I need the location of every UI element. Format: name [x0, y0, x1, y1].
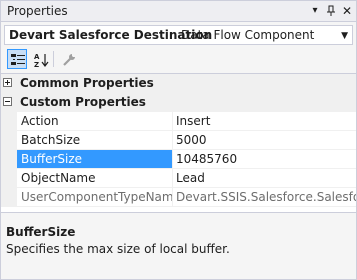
toolbar-separator — [53, 51, 54, 67]
category-custom-properties[interactable]: Custom Properties — [1, 93, 356, 112]
category-label: Common Properties — [20, 76, 154, 90]
row-gutter — [1, 150, 17, 169]
window-title: Properties — [7, 4, 68, 18]
category-label: Custom Properties — [20, 95, 146, 109]
svg-text:A: A — [34, 53, 40, 61]
property-row-action[interactable]: Action Insert — [1, 112, 356, 131]
categorized-icon — [11, 54, 25, 65]
row-gutter — [1, 169, 17, 188]
expand-icon[interactable] — [3, 78, 12, 87]
svg-text:Z: Z — [34, 61, 39, 68]
wrench-icon — [63, 54, 75, 66]
alphabetical-button[interactable]: A Z — [30, 49, 50, 69]
row-gutter — [1, 188, 17, 207]
property-value[interactable]: 10485760 — [173, 150, 356, 169]
property-row-buffersize[interactable]: BufferSize 10485760 — [1, 150, 356, 169]
property-value[interactable]: Insert — [173, 112, 356, 131]
pin-icon[interactable] — [323, 3, 339, 19]
row-gutter — [1, 131, 17, 150]
property-value[interactable]: 5000 — [173, 131, 356, 150]
property-grid: Common Properties Custom Properties Acti… — [1, 73, 356, 213]
property-row-usercomponenttypename[interactable]: UserComponentTypeName Devart.SSIS.Salesf… — [1, 188, 356, 207]
property-value[interactable]: Devart.SSIS.Salesforce.SalesforceD — [173, 188, 356, 207]
property-name[interactable]: BatchSize — [17, 131, 173, 150]
property-name[interactable]: BufferSize — [17, 150, 173, 169]
description-text: Specifies the max size of local buffer. — [6, 242, 230, 256]
property-row-batchsize[interactable]: BatchSize 5000 — [1, 131, 356, 150]
property-row-objectname[interactable]: ObjectName Lead — [1, 169, 356, 188]
property-value[interactable]: Lead — [173, 169, 356, 188]
property-name[interactable]: Action — [17, 112, 173, 131]
property-name[interactable]: UserComponentTypeName — [17, 188, 173, 207]
chevron-down-icon[interactable]: ▼ — [341, 28, 348, 44]
window-menu-dropdown-icon[interactable]: ▾ — [307, 3, 323, 19]
object-selector-dropdown[interactable]: Devart Salesforce Destination Data Flow … — [4, 25, 353, 45]
category-common-properties[interactable]: Common Properties — [1, 74, 356, 93]
description-panel: BufferSize Specifies the max size of loc… — [1, 215, 356, 279]
categorized-button[interactable] — [7, 49, 27, 69]
title-bar: Properties ▾ ✕ — [1, 1, 356, 22]
selected-object-type: Data Flow Component — [181, 28, 315, 42]
collapse-icon[interactable] — [3, 97, 12, 106]
properties-toolbar: A Z — [1, 47, 356, 71]
property-name[interactable]: ObjectName — [17, 169, 173, 188]
sort-alphabetical-icon: A Z — [34, 53, 49, 68]
row-gutter — [1, 112, 17, 131]
property-pages-button[interactable] — [58, 49, 78, 69]
properties-window: Properties ▾ ✕ Devart Salesforce Destina… — [0, 0, 357, 280]
close-icon[interactable]: ✕ — [339, 3, 355, 19]
description-title: BufferSize — [6, 225, 76, 239]
